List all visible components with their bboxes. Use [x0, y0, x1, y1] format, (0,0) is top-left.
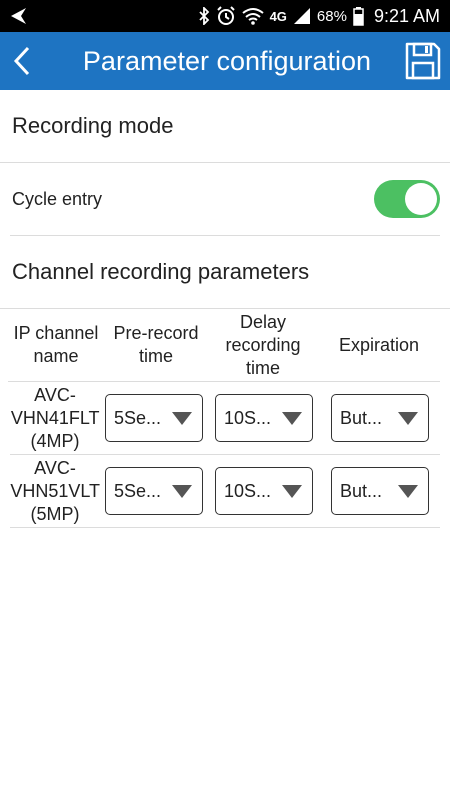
table-header: IP channel name Pre-record time Delay re… [8, 309, 440, 382]
expiration-cell: But... [320, 382, 440, 454]
status-icons: 4G 68% 9:21 AM [198, 0, 440, 32]
alarm-icon [216, 6, 236, 26]
save-button[interactable] [404, 41, 442, 81]
channel-params-table: IP channel name Pre-record time Delay re… [0, 309, 450, 528]
delay-value: 10S... [224, 480, 272, 501]
pre-record-cell: 5Se... [100, 382, 208, 454]
pre-record-value: 5Se... [114, 407, 162, 428]
dropdown-arrow-icon [398, 485, 418, 498]
pre-record-select[interactable]: 5Se... [105, 467, 203, 515]
cycle-entry-label: Cycle entry [12, 188, 103, 209]
channel-name-cell: AVC-VHN41FLT (4MP) [10, 384, 100, 451]
dropdown-arrow-icon [172, 412, 192, 425]
page-title: Parameter configuration [82, 46, 372, 76]
channel-params-header: Channel recording parameters [0, 236, 450, 309]
column-header-pre-record: Pre-record time [113, 323, 199, 366]
battery-percent: 68% [316, 7, 347, 25]
expiration-select[interactable]: But... [331, 467, 429, 515]
dropdown-arrow-icon [282, 412, 302, 425]
wifi-icon [241, 7, 264, 25]
column-header-expiration: Expiration [338, 334, 420, 355]
table-row: AVC-VHN41FLT (4MP) 5Se... 10S... But... [10, 382, 440, 455]
dropdown-arrow-icon [398, 412, 418, 425]
channel-params-title: Channel recording parameters [12, 259, 310, 284]
delay-cell: 10S... [208, 382, 320, 454]
recording-mode-title: Recording mode [12, 113, 174, 138]
clock-time: 9:21 AM [373, 5, 440, 26]
table-row: AVC-VHN51VLT (5MP) 5Se... 10S... But... [10, 455, 440, 528]
delay-cell: 10S... [208, 455, 320, 527]
battery-icon [353, 6, 364, 26]
dropdown-arrow-icon [172, 485, 192, 498]
pre-record-cell: 5Se... [100, 455, 208, 527]
delay-select[interactable]: 10S... [215, 394, 313, 442]
expiration-value: But... [340, 480, 383, 501]
floppy-disk-icon [405, 42, 441, 80]
expiration-cell: But... [320, 455, 440, 527]
delay-value: 10S... [224, 407, 272, 428]
channel-name-cell: AVC-VHN51VLT (5MP) [10, 457, 101, 524]
expiration-select[interactable]: But... [331, 394, 429, 442]
cycle-entry-row: Cycle entry [10, 163, 440, 236]
app-bar: Parameter configuration [0, 32, 450, 90]
dropdown-arrow-icon [282, 485, 302, 498]
bluetooth-icon [198, 7, 210, 25]
column-header-delay: Delay recording time [225, 311, 301, 378]
cycle-entry-toggle[interactable] [374, 180, 440, 218]
navigation-arrow-icon [10, 7, 28, 25]
status-bar: 4G 68% 9:21 AM [0, 0, 450, 32]
signal-icon [293, 7, 311, 25]
recording-mode-header: Recording mode [0, 90, 450, 163]
column-header-name: IP channel name [13, 323, 99, 366]
expiration-value: But... [340, 407, 383, 428]
delay-select[interactable]: 10S... [215, 467, 313, 515]
network-type-label: 4G [269, 8, 287, 24]
toggle-knob [405, 183, 437, 215]
pre-record-select[interactable]: 5Se... [105, 394, 203, 442]
pre-record-value: 5Se... [114, 480, 162, 501]
